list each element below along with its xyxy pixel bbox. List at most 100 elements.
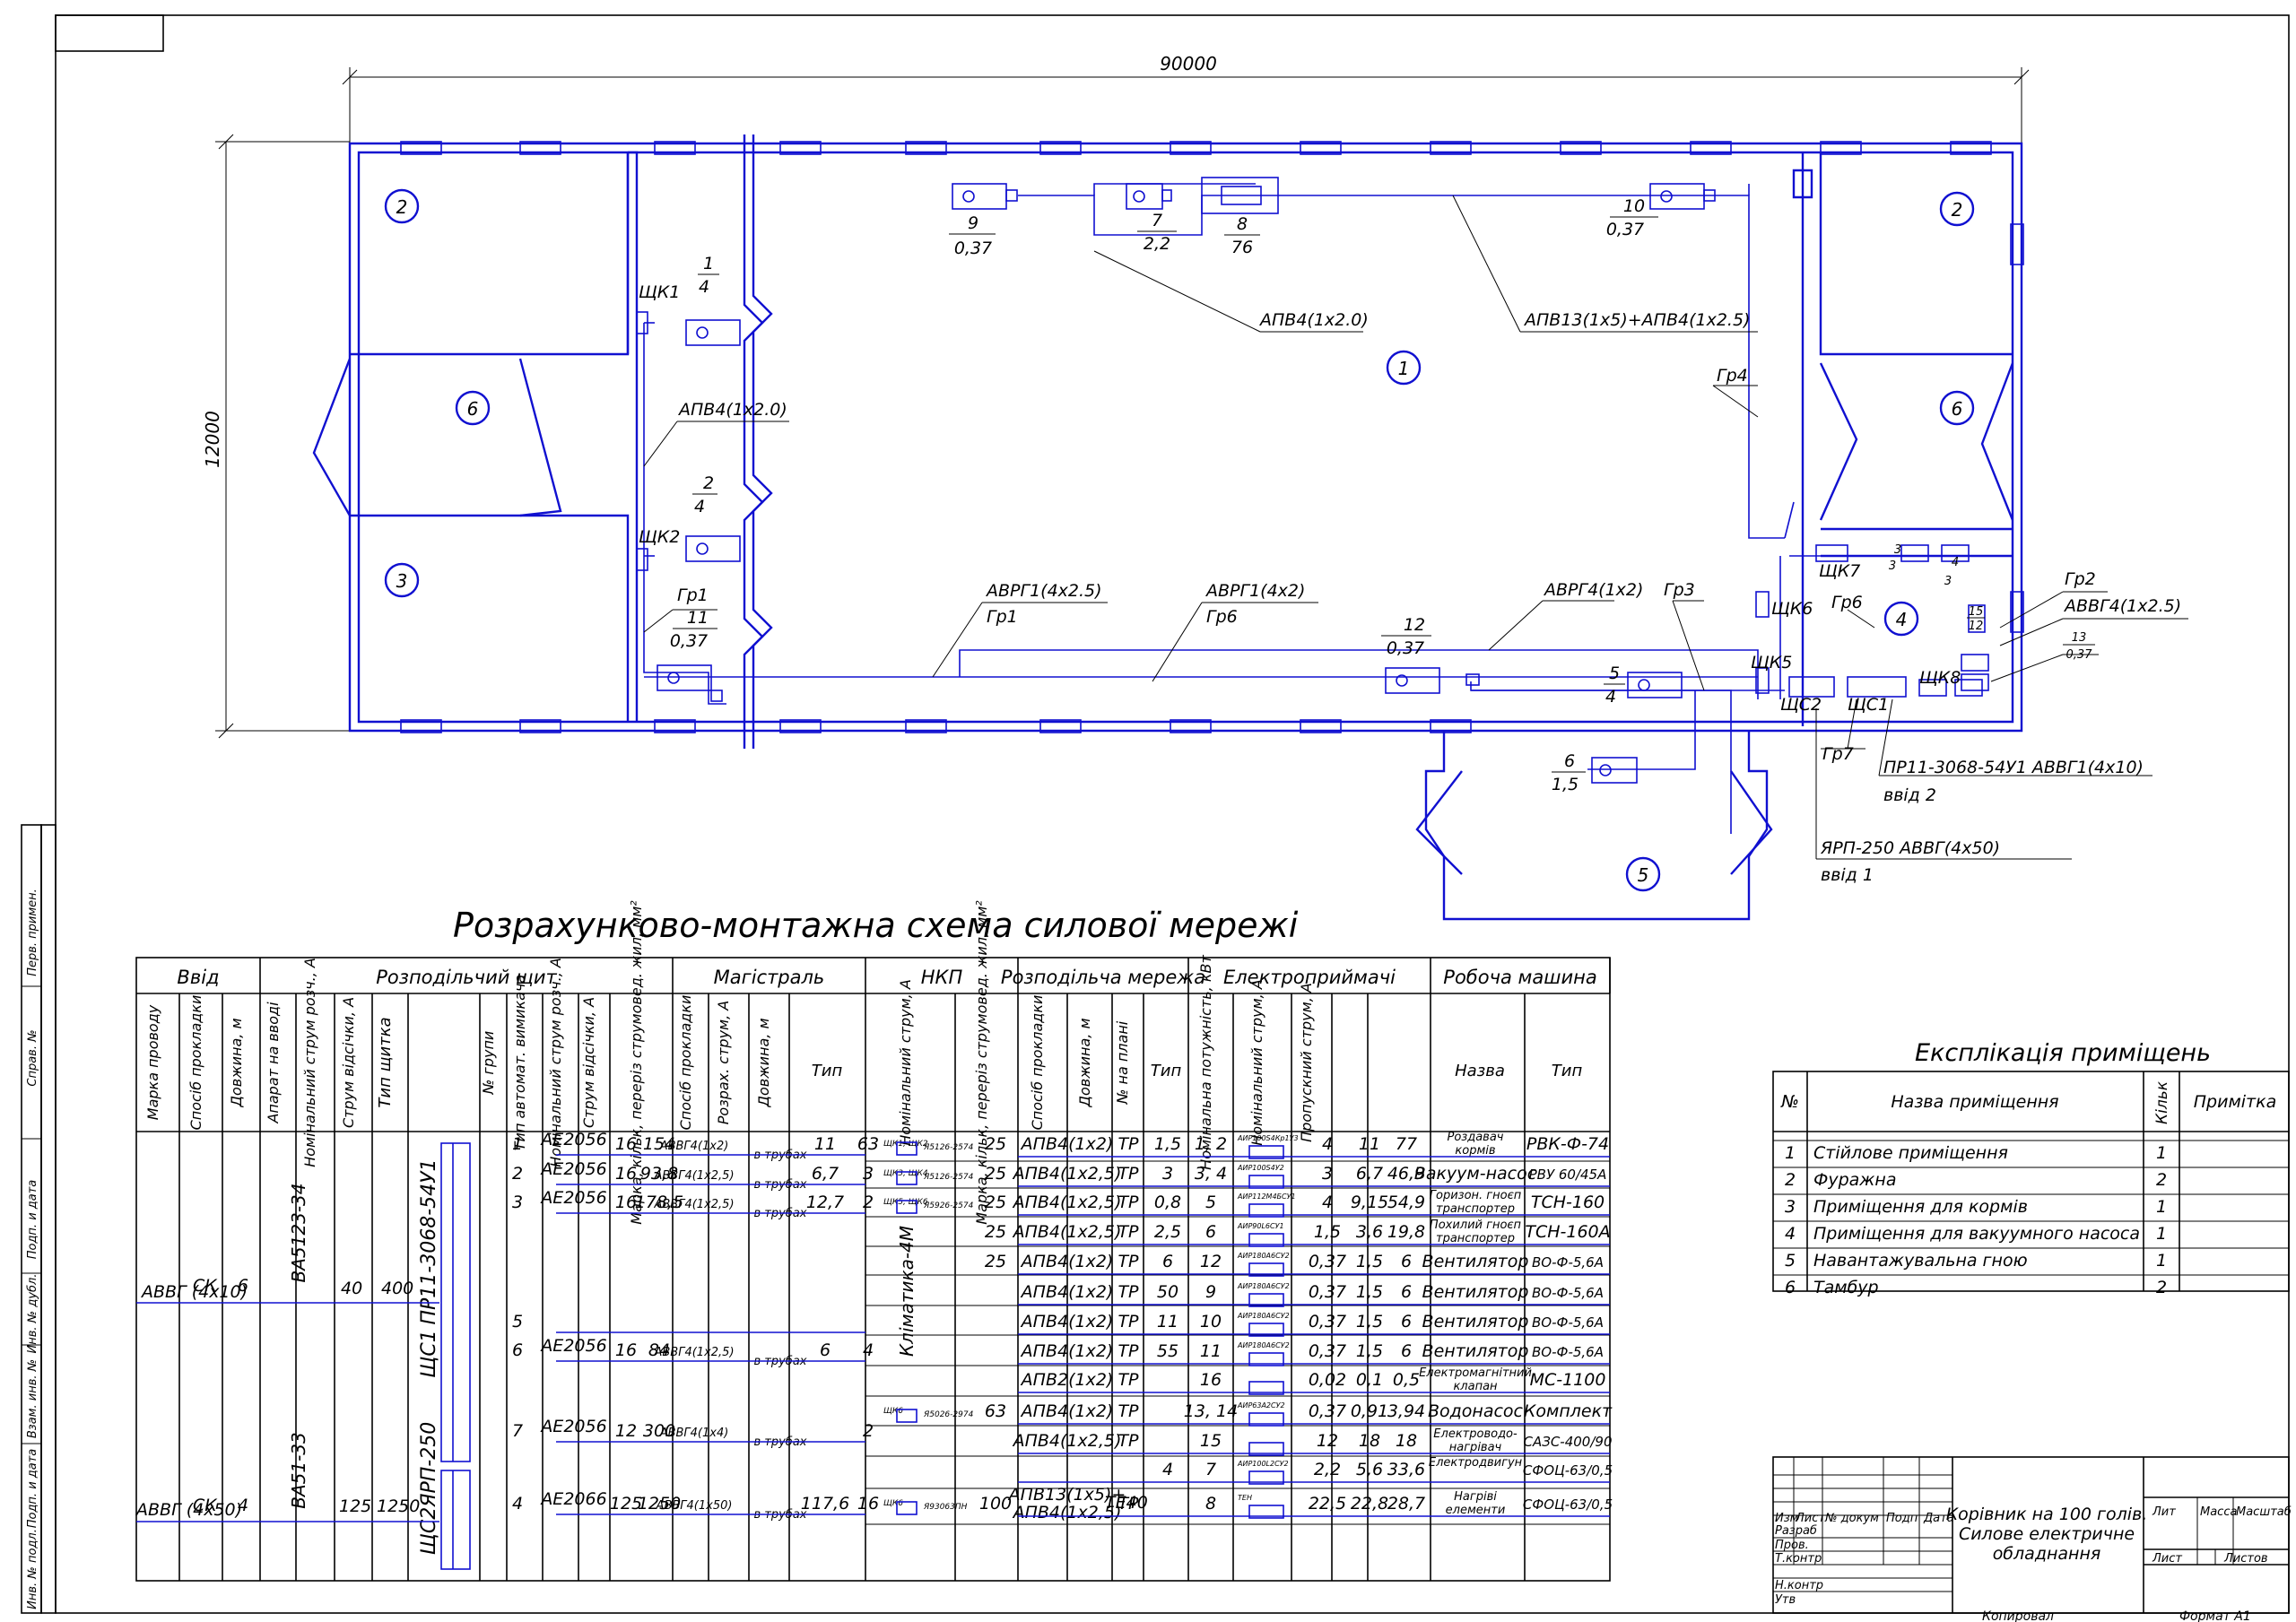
row-machine-type: РВУ 60/45А [1529, 1167, 1607, 1183]
plan-label: ЩС2 [1780, 695, 1822, 715]
dim-length: 90000 [1160, 53, 1217, 74]
row-power: 4 [1322, 1134, 1333, 1154]
row-inom: 18 [1359, 1431, 1380, 1451]
fraction-den: 1,5 [1552, 775, 1578, 794]
row-machine-name: Електромагнітний [1419, 1366, 1532, 1380]
row-machine-name: елементи [1446, 1504, 1506, 1517]
row-len: 55 [1157, 1341, 1178, 1361]
plan-label: Гр2 [2065, 569, 2096, 589]
side-label: Справ. № [26, 1029, 39, 1086]
row-len: 11 [1157, 1312, 1178, 1331]
group-ir: 6 [820, 1340, 831, 1360]
row-mag: АПВ4(1х2) [1020, 1252, 1114, 1271]
fraction-num: 4 [1952, 556, 1959, 569]
side-label: Инв. № подл. [26, 1529, 39, 1609]
room-number: 1 [1398, 358, 1410, 379]
row-power: 1,5 [1314, 1222, 1341, 1242]
row-ipass: 28,7 [1387, 1494, 1425, 1514]
plan-label: Гр3 [1664, 580, 1695, 600]
group-head: Робоча машина [1443, 967, 1596, 988]
plan-label: Гр7 [1822, 744, 1854, 764]
row-machine-name: Водонасос [1428, 1401, 1524, 1421]
nkp-current: 25 [985, 1164, 1006, 1184]
explication-qty: 1 [2156, 1197, 2167, 1217]
row-inom: 22,8 [1351, 1494, 1388, 1514]
stamp-row: Пров. [1775, 1539, 1809, 1552]
dim-width: 12000 [202, 411, 223, 468]
group-len: 2 [863, 1193, 874, 1212]
column-header: Спосіб прокладки [187, 995, 204, 1131]
row-inom: 1,5 [1356, 1341, 1383, 1361]
vvid-aparat: ВА5123-34 [288, 1184, 309, 1283]
explication-qty: 1 [2156, 1224, 2167, 1244]
row-motor-type: АИР180А6СУ2 [1237, 1341, 1290, 1349]
row-machine-name: клапан [1453, 1380, 1498, 1393]
room-number: 2 [396, 196, 408, 218]
group-head: Розподільча мережа [1001, 967, 1205, 988]
explication-num: 5 [1785, 1251, 1796, 1271]
row-plannum: 7 [1205, 1460, 1216, 1479]
row-machine-type: ВО-Ф-5,6А [1532, 1344, 1604, 1360]
row-len: 2,5 [1154, 1222, 1181, 1242]
row-len: 6 [1162, 1252, 1173, 1271]
fraction-den: 4 [699, 277, 709, 297]
group-len: 16 [857, 1494, 879, 1514]
group-num: 1 [512, 1134, 523, 1154]
group-inom: 16 [615, 1193, 637, 1212]
row-plannum: 6 [1205, 1222, 1216, 1242]
floor-plan: 90000 12000 2 6 3 1 2 6 4 5 ЩК1 ЩК2 АПВ4… [202, 53, 2188, 921]
explication-qty: 1 [2156, 1143, 2167, 1163]
plan-label: АПВ4(1х2.0) [677, 400, 787, 420]
row-machine-name: Похилий гноєп [1430, 1219, 1522, 1232]
group-ir: 6,7 [812, 1164, 839, 1184]
nkp-tag: ЩК6 [883, 1499, 903, 1508]
fraction-num: 5 [1609, 664, 1620, 683]
row-plannum: 8 [1205, 1494, 1216, 1514]
explication-qty: 1 [2156, 1251, 2167, 1271]
row-sposib: ТР [1118, 1282, 1139, 1302]
row-power: 4 [1322, 1193, 1333, 1212]
fraction-den: 0,37 [2066, 648, 2093, 662]
group-breaker: АЕ2066 [539, 1489, 606, 1509]
column-header: Струм відсічки, А [340, 997, 357, 1128]
row-ipass: 54,9 [1387, 1193, 1425, 1212]
fraction-den: 0,37 [670, 631, 708, 651]
row-mag: АПВ4(1х2,5) [1012, 1222, 1122, 1242]
room-markers: 2 6 3 1 2 6 4 5 [384, 188, 1975, 892]
row-mag: АПВ4(1х2,5) [1012, 1193, 1122, 1212]
title-block: Изм Лист № докум Подп Дата Разраб Пров. … [1772, 1456, 2292, 1614]
stamp-row: Утв [1775, 1593, 1796, 1607]
row-power: 0,37 [1309, 1312, 1346, 1331]
side-label: Взам. инв. № [26, 1359, 39, 1438]
row-len: 1,5 [1154, 1134, 1181, 1154]
explication-name: Фуражна [1813, 1170, 1897, 1190]
group-num: 5 [512, 1312, 523, 1331]
column-header: № групи [480, 1031, 497, 1096]
group-mag: АВВГ4(1х2,5) [653, 1198, 734, 1211]
sheet-frame [55, 14, 2290, 1614]
side-strip: Перв. примен. Справ. № Подп. и дата Инв.… [21, 824, 57, 1614]
row-motor-type: АИР63А2СУ2 [1237, 1401, 1285, 1409]
row-machine-type: СФОЦ-63/0,5 [1523, 1496, 1613, 1513]
room-number: 6 [467, 398, 479, 420]
klimatyka-label: Кліматика-4М [896, 1226, 918, 1357]
column-header: Назва [1455, 1062, 1505, 1080]
row-inom: 1,5 [1356, 1282, 1383, 1302]
room-number: 2 [1952, 199, 1963, 221]
vvid-aparat: ВА51-33 [288, 1432, 309, 1509]
group-breaker: АЕ2056 [539, 1336, 606, 1356]
row-machine-type: САЗС-400/90 [1523, 1434, 1612, 1450]
row-plannum: 11 [1200, 1341, 1222, 1361]
group-mag: АВВГ4(1х4) [659, 1427, 729, 1440]
group-inom: 12 [615, 1421, 637, 1441]
row-sposib: ТР [1118, 1401, 1139, 1421]
row-machine-name: Горизон. гноєп [1430, 1189, 1522, 1202]
row-machine-name: Вентилятор [1422, 1252, 1529, 1271]
nkp-type: Я5126-2574 [923, 1173, 974, 1182]
plan-label: АВРГ1(4х2.5) [985, 581, 1102, 601]
fraction-den: 4 [1605, 687, 1616, 707]
fraction-num: 2 [703, 473, 714, 493]
vvid-sposib: СК [193, 1496, 218, 1515]
plan-label: АВРГ1(4х2) [1205, 581, 1305, 601]
row-motor-type: ТЕН [1238, 1494, 1252, 1502]
